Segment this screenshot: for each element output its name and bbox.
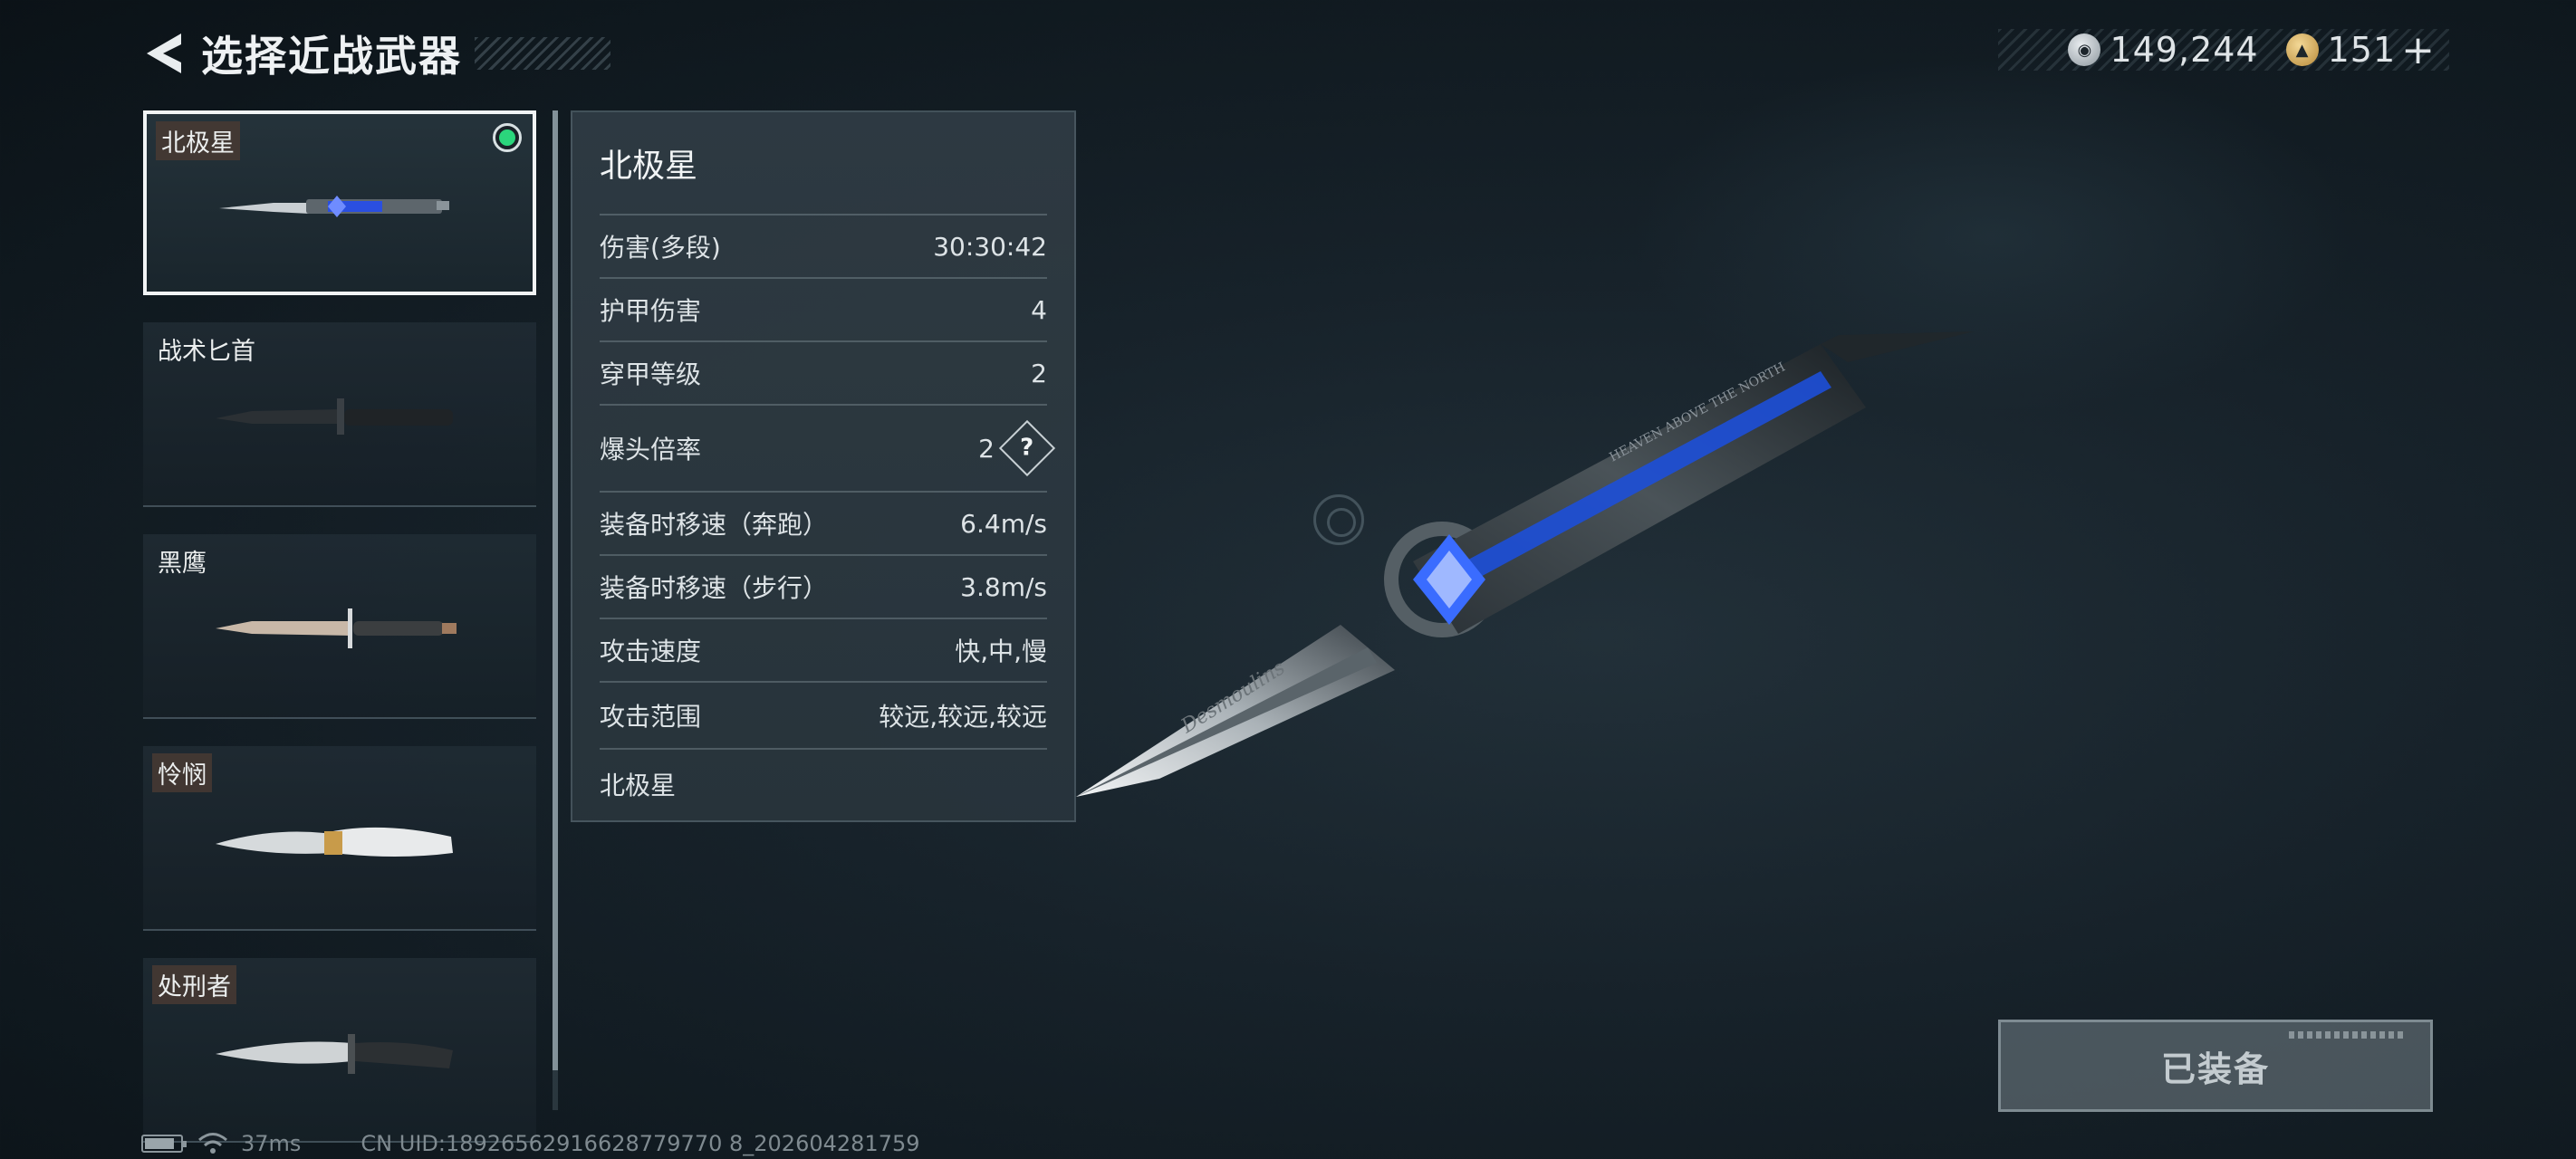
stat-value: 快,中,慢 bbox=[955, 637, 1047, 666]
equipped-button[interactable]: 已装备 bbox=[1998, 1020, 2433, 1112]
weapon-card-tactical-dagger[interactable]: 战术匕首 bbox=[143, 322, 536, 507]
back-button[interactable] bbox=[136, 22, 190, 85]
polaris-knife-icon bbox=[219, 196, 449, 217]
help-glyph: ? bbox=[1020, 435, 1034, 462]
stat-value: 较远,较远,较远 bbox=[879, 702, 1047, 732]
executioner-knife-icon bbox=[216, 1034, 453, 1074]
weapon-stats-panel: 北极星 伤害(多段) 30:30:42 护甲伤害 4 穿甲等级 2 爆头倍率 2… bbox=[571, 110, 1076, 822]
stat-value: 2 bbox=[1031, 358, 1047, 388]
status-bar: 37ms CN UID:18926562916628779770 8_20260… bbox=[141, 1130, 920, 1157]
add-currency-icon[interactable]: + bbox=[2401, 27, 2435, 73]
stat-value: 2 bbox=[978, 433, 995, 464]
stat-value: 30:30:42 bbox=[933, 231, 1047, 262]
stat-row-run-speed: 装备时移速（奔跑） 6.4m/s bbox=[600, 493, 1047, 556]
stat-label: 装备时移速（奔跑） bbox=[600, 510, 829, 540]
weapon-name: 处刑者 bbox=[152, 965, 236, 1004]
back-arrow-icon bbox=[147, 34, 181, 73]
weapon-name: 怜悯 bbox=[152, 753, 212, 792]
weapon-name: 黑鹰 bbox=[158, 550, 207, 578]
stat-row-walk-speed: 装备时移速（步行） 3.8m/s bbox=[600, 556, 1047, 619]
page-header: 选择近战武器 bbox=[136, 22, 610, 85]
stat-label: 攻击速度 bbox=[600, 637, 702, 666]
panel-weapon-title: 北极星 bbox=[600, 112, 1047, 216]
scrollbar-thumb[interactable] bbox=[553, 110, 558, 1070]
silver-coin-icon: ◉ bbox=[2068, 34, 2101, 66]
equip-button-label: 已装备 bbox=[2160, 1049, 2270, 1089]
user-uid: CN UID:18926562916628779770 8_2026042817… bbox=[360, 1131, 920, 1156]
stat-label: 穿甲等级 bbox=[600, 359, 702, 389]
stat-row-penetration: 穿甲等级 2 bbox=[600, 342, 1047, 406]
page-title: 选择近战武器 bbox=[201, 32, 462, 81]
stat-value: 3.8m/s bbox=[960, 571, 1047, 602]
black-hawk-knife-icon bbox=[216, 608, 457, 648]
stat-label: 爆头倍率 bbox=[600, 435, 702, 465]
stat-value-group: 2 ? bbox=[978, 419, 1056, 477]
title-decoration bbox=[475, 37, 610, 70]
weapon-name: 战术匕首 bbox=[158, 338, 255, 366]
stat-value: 6.4m/s bbox=[960, 508, 1047, 539]
stat-value: 4 bbox=[1031, 294, 1047, 325]
weapon-list: 北极星 战术匕首 黑鹰 怜悯 处刑者 bbox=[143, 110, 538, 1159]
weapon-card-black-hawk[interactable]: 黑鹰 bbox=[143, 534, 536, 719]
mercy-knife-icon bbox=[216, 827, 453, 857]
weapon-card-polaris[interactable]: 北极星 bbox=[143, 110, 536, 295]
stat-label: 装备时移速（步行） bbox=[600, 573, 829, 603]
stat-row-attack-range: 攻击范围 较远,较远,较远 bbox=[600, 683, 1047, 750]
gold-amount: 151 bbox=[2327, 30, 2397, 70]
stat-row-armor-damage: 护甲伤害 4 bbox=[600, 279, 1047, 342]
panel-footer-name: 北极星 bbox=[600, 771, 677, 800]
ping-value: 37ms bbox=[241, 1131, 302, 1156]
help-icon[interactable]: ? bbox=[998, 419, 1056, 477]
equipped-indicator-icon bbox=[493, 123, 522, 152]
stat-label: 攻击范围 bbox=[600, 702, 702, 732]
silver-amount: 149,244 bbox=[2110, 30, 2259, 70]
tactical-dagger-icon bbox=[216, 398, 453, 435]
button-decoration bbox=[2289, 1031, 2407, 1039]
weapon-card-executioner[interactable]: 处刑者 bbox=[143, 958, 536, 1143]
gold-coin-icon: ▲ bbox=[2285, 34, 2319, 66]
stat-label: 伤害(多段) bbox=[600, 233, 721, 263]
battery-icon bbox=[141, 1135, 187, 1153]
gold-currency[interactable]: ▲ 151 + bbox=[2285, 27, 2435, 73]
weapon-card-mercy[interactable]: 怜悯 bbox=[143, 746, 536, 931]
stat-row-headshot: 爆头倍率 2 ? bbox=[600, 406, 1056, 493]
stat-label: 护甲伤害 bbox=[600, 296, 702, 326]
weapon-name: 北极星 bbox=[156, 121, 240, 160]
stat-row-damage: 伤害(多段) 30:30:42 bbox=[600, 216, 1047, 279]
currency-bar: ◉ 149,244 ▲ 151 + bbox=[1998, 27, 2449, 73]
weapon-preview-model[interactable]: Desmoulins HEAVEN ABOVE THE NORTH bbox=[1069, 308, 1993, 833]
stat-row-attack-speed: 攻击速度 快,中,慢 bbox=[600, 619, 1047, 683]
silver-currency: ◉ 149,244 bbox=[2068, 30, 2258, 70]
wifi-icon bbox=[198, 1133, 227, 1154]
